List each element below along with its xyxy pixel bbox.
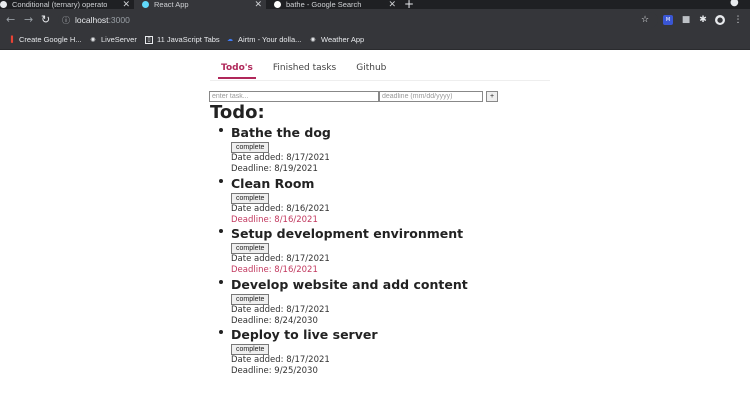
bookmark-label: Weather App <box>321 35 365 44</box>
airtm-icon: ☁ <box>227 37 233 43</box>
bullet-icon <box>219 229 223 233</box>
bookmark-item[interactable]: ◉ Weather App <box>309 35 364 44</box>
address-bar[interactable]: ⓘ localhost:3000 <box>58 12 658 28</box>
add-task-form: + <box>209 91 498 102</box>
extension-icon[interactable]: M <box>663 15 673 25</box>
extension-icon[interactable]: ■ <box>681 15 691 25</box>
browser-tab-strip: Conditional (ternary) operato ✕ React Ap… <box>0 0 750 11</box>
tab-github[interactable]: Github <box>353 60 389 79</box>
list-item: Clean Room complete Date added: 8/16/202… <box>219 175 468 227</box>
task-input[interactable] <box>209 91 379 102</box>
close-tab-icon[interactable]: ✕ <box>122 0 130 9</box>
forward-arrow-icon[interactable]: → <box>24 13 33 26</box>
tab-title: bathe - Google Search <box>286 0 362 9</box>
list-item: Bathe the dog complete Date added: 8/17/… <box>219 125 468 176</box>
task-title: Setup development environment <box>231 226 464 241</box>
close-tab-icon[interactable]: ✕ <box>254 0 262 9</box>
date-added: Date added: 8/17/2021 <box>231 304 330 315</box>
bookmark-item[interactable]: ▯ 11 JavaScript Tabs <box>145 35 220 44</box>
deadline: Deadline: 9/25/2030 <box>231 366 318 376</box>
google-favicon-icon <box>274 1 281 8</box>
list-item: Deploy to live server complete Date adde… <box>219 327 468 378</box>
bookmark-label: Create Google H... <box>19 35 82 44</box>
add-task-button[interactable]: + <box>486 91 498 102</box>
complete-button[interactable]: complete <box>231 192 270 204</box>
tab-finished-tasks[interactable]: Finished tasks <box>270 60 339 79</box>
deadline-overdue: Deadline: 8/16/2021 <box>231 214 318 225</box>
globe-icon: ◉ <box>310 37 316 43</box>
tab-conditional-operator[interactable]: Conditional (ternary) operato ✕ <box>0 0 134 9</box>
complete-button[interactable]: complete <box>231 142 270 153</box>
app-navigation: Todo's Finished tasks Github <box>218 60 403 79</box>
browser-toolbar: ← → ↻ ⓘ localhost:3000 ☆ M ■ ✱ ● ⋮ <box>0 9 750 31</box>
bookmark-star-icon[interactable]: ☆ <box>640 15 650 25</box>
page-title: Todo: <box>210 102 265 123</box>
bookmark-label: 11 JavaScript Tabs <box>157 35 220 44</box>
tab-todos[interactable]: Todo's <box>218 60 256 79</box>
window-control-icon[interactable]: ● <box>730 0 739 8</box>
bookmark-item[interactable]: ▐ Create Google H... <box>7 35 82 44</box>
bookmark-icon: ▯ <box>145 35 153 44</box>
bullet-icon <box>219 330 223 334</box>
bullet-icon <box>219 128 223 132</box>
bookmarks-bar: ▐ Create Google H... ◉ LiveServer ▯ 11 J… <box>0 31 750 50</box>
deadline: Deadline: 8/19/2021 <box>231 164 318 174</box>
date-added: Date added: 8/17/2021 <box>231 153 330 163</box>
extensions-puzzle-icon[interactable]: ✱ <box>698 15 708 25</box>
todo-list: Bathe the dog complete Date added: 8/17/… <box>219 125 468 378</box>
bookmark-label: LiveServer <box>101 35 137 44</box>
bullet-icon <box>219 178 223 183</box>
url-text: localhost:3000 <box>75 15 130 25</box>
tab-google-search[interactable]: bathe - Google Search ✕ <box>268 0 400 9</box>
complete-button[interactable]: complete <box>231 344 270 355</box>
mdn-favicon-icon <box>0 1 7 8</box>
complete-button[interactable]: complete <box>231 293 270 305</box>
back-arrow-icon[interactable]: ← <box>6 13 15 26</box>
bookmark-label: Airtm - Your dolla... <box>238 35 302 44</box>
deadline: Deadline: 8/24/2030 <box>231 315 318 326</box>
tab-title: React App <box>154 0 189 9</box>
bullet-icon <box>219 279 223 284</box>
tab-title: Conditional (ternary) operato <box>12 0 108 9</box>
task-title: Deploy to live server <box>231 327 378 342</box>
bookmark-item[interactable]: ◉ LiveServer <box>89 35 137 44</box>
task-title: Bathe the dog <box>231 125 331 140</box>
task-title: Develop website and add content <box>231 276 468 292</box>
menu-kebab-icon[interactable]: ⋮ <box>733 15 743 25</box>
deadline-input[interactable] <box>379 91 483 102</box>
react-favicon-icon <box>142 1 149 8</box>
reload-icon[interactable]: ↻ <box>41 13 50 26</box>
list-item: Develop website and add content complete… <box>219 276 468 328</box>
info-icon[interactable]: ⓘ <box>62 15 70 26</box>
tab-react-app[interactable]: React App ✕ <box>134 0 266 9</box>
profile-avatar-icon[interactable]: ● <box>715 15 725 25</box>
task-title: Clean Room <box>231 175 315 191</box>
date-added: Date added: 8/16/2021 <box>231 203 330 214</box>
bookmark-item[interactable]: ☁ Airtm - Your dolla... <box>226 35 301 44</box>
date-added: Date added: 8/17/2021 <box>231 355 330 365</box>
complete-button[interactable]: complete <box>231 243 270 254</box>
deadline-overdue: Deadline: 8/16/2021 <box>231 265 318 275</box>
globe-icon: ◉ <box>90 37 96 43</box>
list-item: Setup development environment complete D… <box>219 226 468 277</box>
date-added: Date added: 8/17/2021 <box>231 254 330 264</box>
nav-divider <box>210 80 550 81</box>
google-icon: ▐ <box>8 36 14 43</box>
close-tab-icon[interactable]: ✕ <box>388 0 396 9</box>
